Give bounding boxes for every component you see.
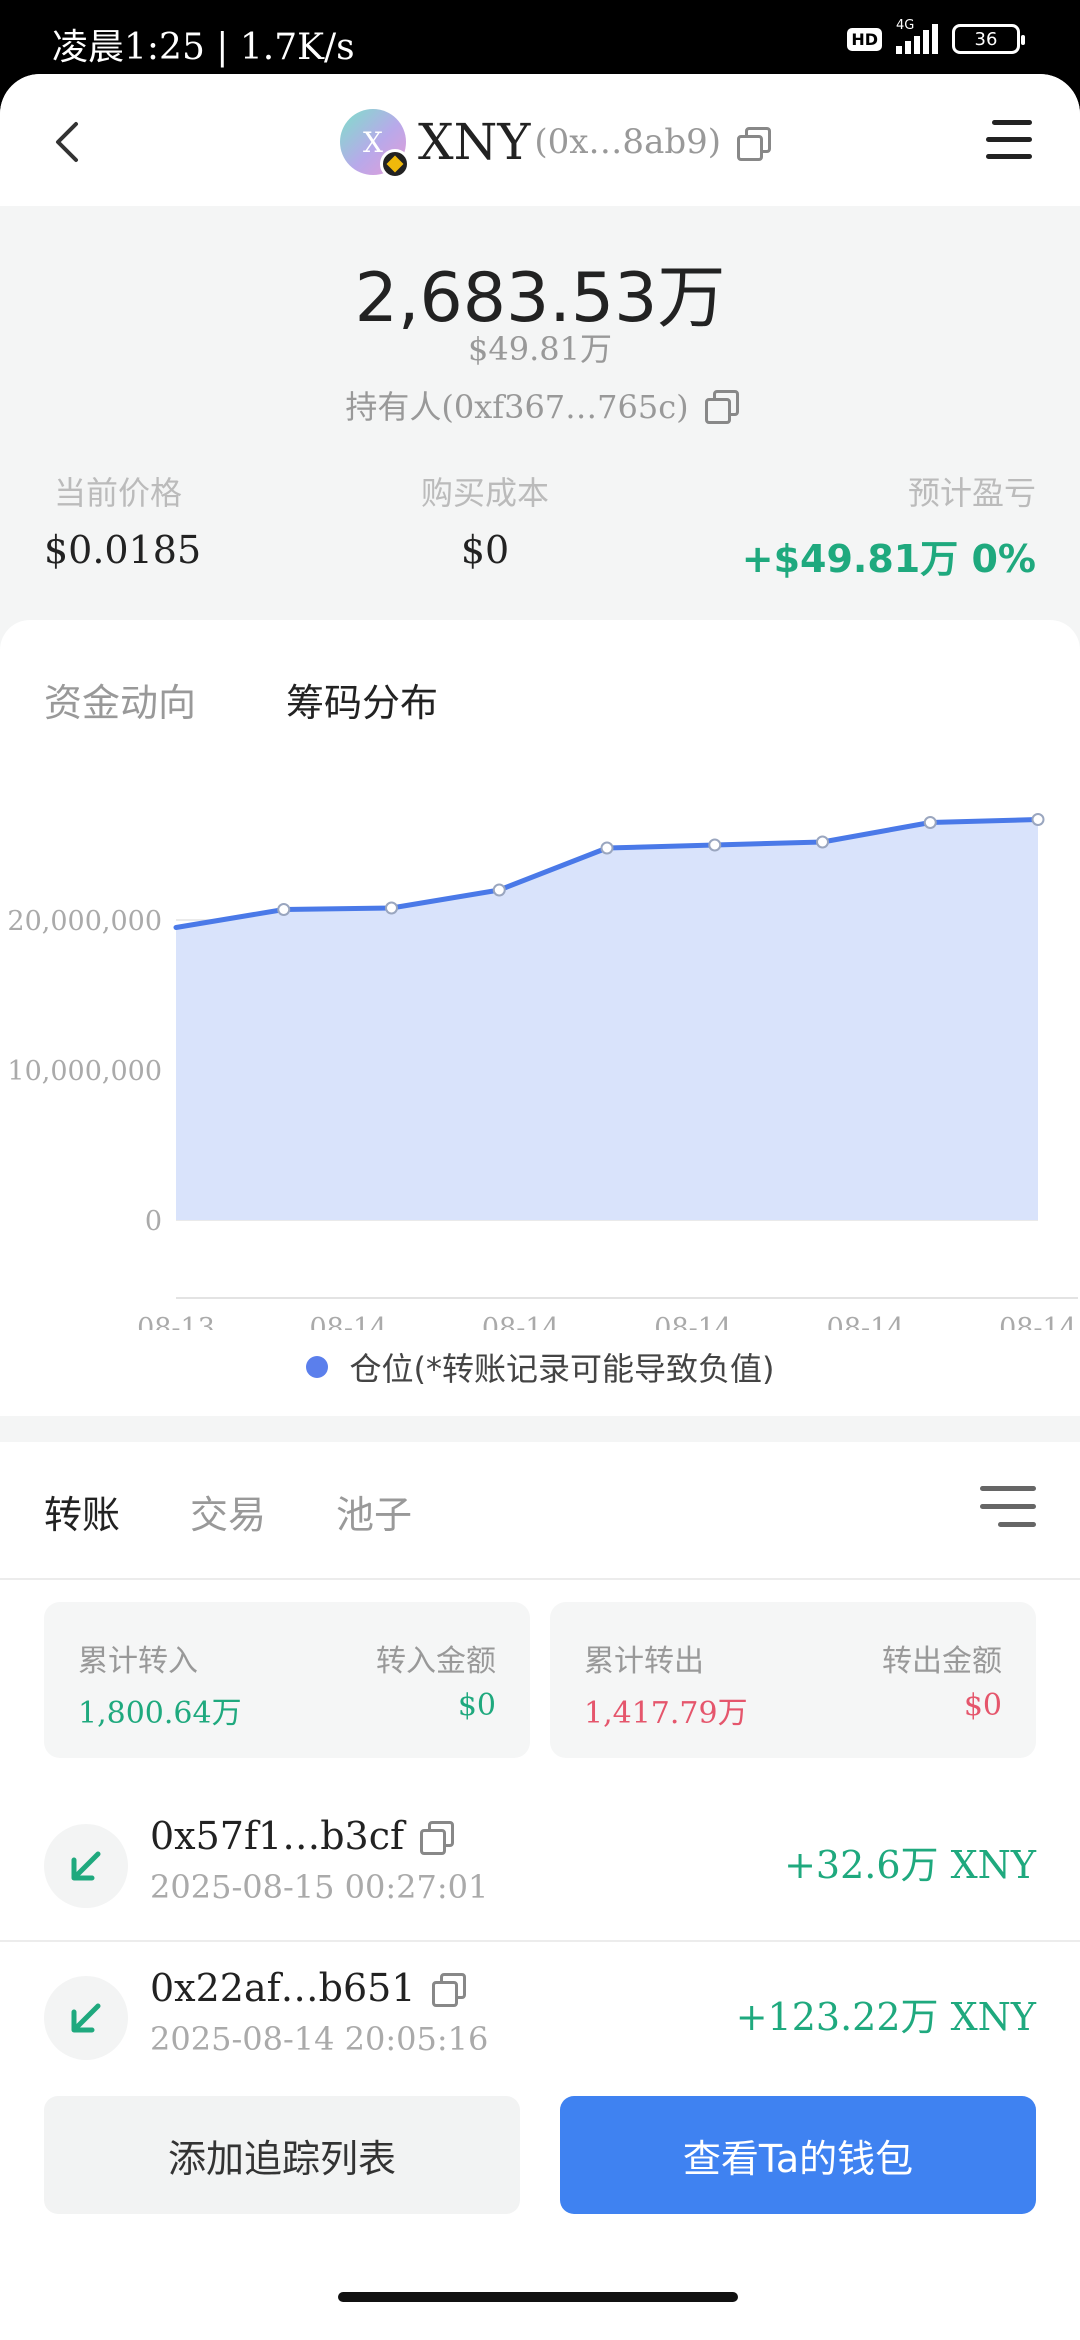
estimated-pnl: 预计盈亏 +$49.81万 0% bbox=[742, 468, 1036, 583]
status-bar: 凌晨1:25 | 1.7K/s HD 4G 36 bbox=[0, 0, 1080, 78]
y-tick-label: 20,000,000 bbox=[7, 906, 162, 937]
inflow-total-label: 累计转入 bbox=[78, 1644, 198, 1679]
transfer-tabs: 转账 交易 池子 bbox=[44, 1484, 412, 1539]
copy-icon[interactable] bbox=[420, 1821, 455, 1855]
data-point bbox=[923, 816, 937, 829]
holder-address: 持有人(0xf367…765c) bbox=[0, 382, 1080, 428]
signal-icon: 4G bbox=[896, 18, 938, 54]
outflow-summary-card: 累计转出 转出金额 1,417.79万 $0 bbox=[550, 1602, 1036, 1758]
filter-icon[interactable] bbox=[980, 1486, 1036, 1530]
status-clock: 凌晨1:25 bbox=[52, 27, 205, 68]
data-point bbox=[492, 883, 506, 897]
token-logo-letter: X bbox=[363, 125, 383, 159]
back-arrow-icon[interactable] bbox=[48, 118, 88, 166]
transfer-time: 2025-08-15 00:27:01 bbox=[150, 1868, 489, 1906]
x-tick-label: 08-14 bbox=[827, 1313, 905, 1330]
transfer-address-text: 0x22af…b651 bbox=[150, 1966, 416, 2010]
bnb-chain-icon bbox=[380, 149, 410, 179]
transfer-amount: +32.6万 XNY bbox=[784, 1843, 1036, 1887]
data-point bbox=[277, 903, 291, 916]
nav-bar: X XNY (0x…8ab9) bbox=[0, 74, 1080, 206]
copy-icon[interactable] bbox=[704, 390, 739, 424]
legend-label: 仓位(*转账记录可能导致负值) bbox=[349, 1350, 775, 1388]
x-tick-label: 08-14 bbox=[482, 1313, 560, 1330]
holding-usd-value: $49.81万 bbox=[468, 330, 612, 368]
transfer-row[interactable]: 0x57f1…b3cf 2025-08-15 00:27:01 +32.6万 X… bbox=[0, 1788, 1080, 1940]
data-point bbox=[600, 841, 614, 855]
transfer-amount: +123.22万 XNY bbox=[735, 1995, 1036, 2039]
chart-legend: 仓位(*转账记录可能导致负值) bbox=[0, 1344, 1080, 1390]
add-to-watchlist-button[interactable]: 添加追踪列表 bbox=[44, 2096, 520, 2214]
tab-fund-flow[interactable]: 资金动向 bbox=[44, 672, 196, 727]
status-icons: HD 4G 36 bbox=[847, 18, 1025, 54]
bottom-action-bar: 添加追踪列表 查看Ta的钱包 bbox=[0, 2060, 1080, 2340]
incoming-arrow-icon bbox=[44, 1976, 128, 2060]
legend-dot bbox=[305, 1356, 328, 1378]
x-tick-label: 08-13 bbox=[137, 1313, 215, 1330]
copy-icon[interactable] bbox=[431, 1973, 466, 2007]
outflow-total-value: 1,417.79万 bbox=[584, 1696, 748, 1731]
tab-chip-distribution[interactable]: 筹码分布 bbox=[286, 672, 438, 727]
position-chart: 20,000,000 10,000,000 0 08-13 08-14 08-14 08-1… bbox=[7, 813, 1078, 1330]
inflow-amount-value: $0 bbox=[457, 1688, 496, 1723]
token-title: X XNY (0x…8ab9) bbox=[340, 102, 771, 182]
chart-card: 资金动向 筹码分布 20,000,000 10,000,000 0 08-13 08-1… bbox=[0, 620, 1080, 1416]
hd-badge: HD bbox=[847, 27, 882, 51]
battery-level: 36 bbox=[974, 28, 998, 50]
network-type: 4G bbox=[896, 18, 915, 33]
area-fill bbox=[176, 819, 1038, 1220]
tab-trades[interactable]: 交易 bbox=[190, 1484, 266, 1539]
estimated-pnl-label: 预计盈亏 bbox=[907, 474, 1036, 512]
holder-address-text: 持有人(0xf367…765c) bbox=[345, 388, 689, 426]
chart-tabs: 资金动向 筹码分布 bbox=[44, 672, 438, 727]
incoming-arrow-icon bbox=[44, 1824, 128, 1908]
x-tick-label: 08-14 bbox=[309, 1313, 387, 1330]
inflow-summary-card: 累计转入 转入金额 1,800.64万 $0 bbox=[44, 1602, 530, 1758]
network-speed: 1.7K/s bbox=[239, 27, 355, 68]
x-tick-label: 08-14 bbox=[999, 1313, 1077, 1330]
inflow-amount-label: 转入金额 bbox=[376, 1644, 496, 1679]
data-point bbox=[1031, 813, 1045, 826]
token-logo: X bbox=[340, 109, 410, 179]
battery-icon: 36 bbox=[952, 24, 1025, 54]
y-tick-label: 0 bbox=[145, 1206, 162, 1237]
transfer-time: 2025-08-14 20:05:16 bbox=[150, 2020, 489, 2058]
inflow-total-value: 1,800.64万 bbox=[78, 1696, 242, 1731]
outflow-amount-value: $0 bbox=[963, 1688, 1002, 1723]
menu-icon[interactable] bbox=[986, 120, 1032, 160]
y-tick-label: 10,000,000 bbox=[7, 1056, 162, 1087]
outflow-amount-label: 转出金额 bbox=[882, 1644, 1002, 1679]
view-wallet-button[interactable]: 查看Ta的钱包 bbox=[560, 2096, 1036, 2214]
token-symbol: XNY bbox=[418, 113, 531, 171]
x-tick-label: 08-14 bbox=[654, 1313, 732, 1330]
token-holder-page: X XNY (0x…8ab9) 2,683.53万 $49.81万 持有人(0x… bbox=[0, 74, 1080, 2340]
transfer-address: 0x57f1…b3cf bbox=[150, 1814, 455, 1858]
data-point bbox=[385, 901, 398, 915]
transfer-address-text: 0x57f1…b3cf bbox=[150, 1814, 405, 1858]
token-address: (0x…8ab9) bbox=[534, 122, 721, 162]
data-point bbox=[708, 838, 722, 852]
home-indicator[interactable] bbox=[338, 2292, 738, 2302]
status-time: 凌晨1:25 | 1.7K/s bbox=[52, 27, 355, 68]
transfer-address: 0x22af…b651 bbox=[150, 1966, 466, 2010]
estimated-pnl-value: +$49.81万 0% bbox=[741, 537, 1036, 581]
tab-transfers[interactable]: 转账 bbox=[44, 1484, 120, 1539]
tab-pools[interactable]: 池子 bbox=[336, 1484, 412, 1539]
divider bbox=[0, 1578, 1080, 1580]
outflow-total-label: 累计转出 bbox=[584, 1644, 704, 1679]
copy-icon[interactable] bbox=[737, 127, 771, 161]
data-point bbox=[816, 835, 829, 849]
